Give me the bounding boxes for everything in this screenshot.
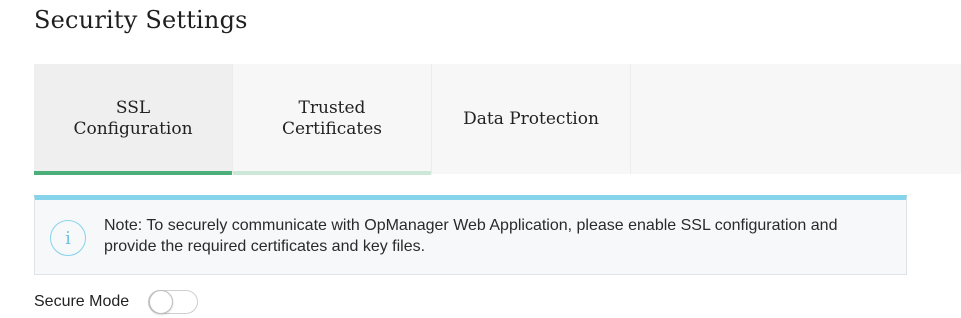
- secure-mode-label: Secure Mode: [34, 293, 130, 310]
- tab-trusted-certificates[interactable]: Trusted Certificates: [233, 64, 432, 175]
- note-banner: i Note: To securely communicate with OpM…: [34, 195, 907, 275]
- tab-ssl-configuration[interactable]: SSL Configuration: [34, 64, 233, 175]
- tab-data-protection[interactable]: Data Protection: [432, 64, 631, 174]
- tab-bar-filler: [631, 64, 961, 174]
- tab-indicator: [233, 171, 431, 175]
- info-icon: i: [50, 220, 86, 256]
- toggle-knob: [149, 290, 174, 314]
- tab-label: Data Protection: [463, 108, 599, 129]
- secure-mode-toggle[interactable]: [148, 290, 199, 314]
- page-title: Security Settings: [34, 6, 248, 34]
- note-text: Note: To securely communicate with OpMan…: [104, 217, 838, 255]
- tab-label: Trusted Certificates: [281, 98, 383, 139]
- tab-bar: SSL Configuration Trusted Certificates D…: [34, 64, 961, 175]
- secure-mode-row: Secure Mode: [34, 290, 199, 314]
- tab-active-indicator: [34, 171, 232, 175]
- tab-label: SSL Configuration: [73, 98, 193, 139]
